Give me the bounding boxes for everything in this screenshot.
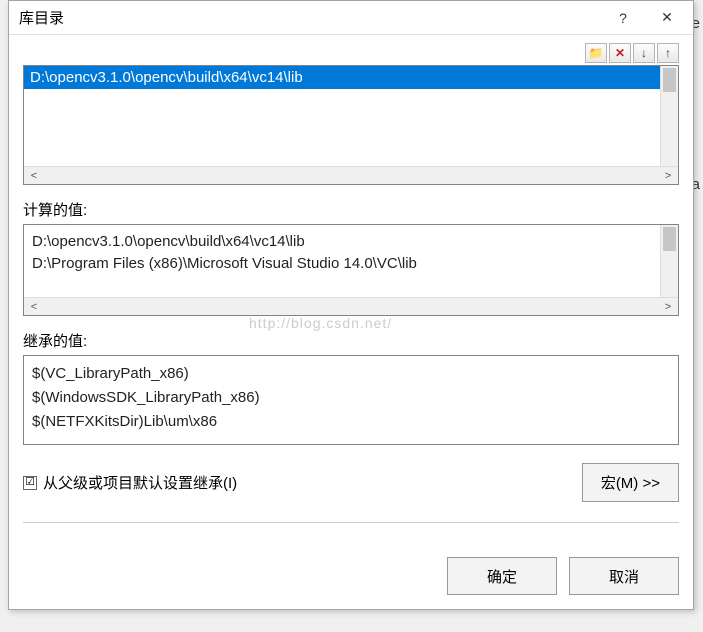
paths-editbox[interactable]: D:\opencv3.1.0\opencv\build\x64\vc14\lib… bbox=[23, 65, 679, 185]
computed-values-box: D:\opencv3.1.0\opencv\build\x64\vc14\lib… bbox=[23, 224, 679, 316]
macro-button[interactable]: 宏(M) >> bbox=[582, 463, 679, 502]
separator bbox=[23, 522, 679, 523]
scroll-right-icon[interactable]: > bbox=[660, 301, 676, 313]
ok-button[interactable]: 确定 bbox=[447, 557, 557, 595]
scrollbar-thumb[interactable] bbox=[663, 227, 676, 251]
inherit-checkbox-label: 从父级或项目默认设置继承(I) bbox=[43, 472, 237, 493]
checkbox-icon[interactable]: ☑ bbox=[23, 476, 37, 490]
library-dirs-dialog: 库目录 ? ✕ 📁 ✕ ↓ ↑ D:\opencv3.1.0\opencv\bu… bbox=[8, 0, 694, 610]
vertical-scrollbar[interactable] bbox=[660, 225, 678, 297]
computed-line: D:\Program Files (x86)\Microsoft Visual … bbox=[32, 253, 670, 275]
cancel-button[interactable]: 取消 bbox=[569, 557, 679, 595]
scroll-left-icon[interactable]: < bbox=[26, 170, 42, 182]
scroll-right-icon[interactable]: > bbox=[660, 170, 676, 182]
inherited-label: 继承的值: bbox=[23, 330, 679, 351]
inherited-line: $(WindowsSDK_LibraryPath_x86) bbox=[32, 386, 670, 410]
titlebar: 库目录 ? ✕ bbox=[9, 1, 693, 35]
horizontal-scrollbar[interactable]: < > bbox=[24, 166, 678, 184]
scrollbar-thumb[interactable] bbox=[663, 68, 676, 92]
vertical-scrollbar[interactable] bbox=[660, 66, 678, 166]
dialog-content: 📁 ✕ ↓ ↑ D:\opencv3.1.0\opencv\build\x64\… bbox=[9, 35, 693, 545]
selected-path-row[interactable]: D:\opencv3.1.0\opencv\build\x64\vc14\lib bbox=[24, 66, 678, 89]
help-button[interactable]: ? bbox=[601, 3, 645, 33]
options-row: ☑ 从父级或项目默认设置继承(I) 宏(M) >> bbox=[23, 463, 679, 506]
horizontal-scrollbar[interactable]: < > bbox=[24, 297, 678, 315]
window-title: 库目录 bbox=[19, 7, 601, 28]
move-up-icon[interactable]: ↑ bbox=[657, 43, 679, 63]
computed-label: 计算的值: bbox=[23, 199, 679, 220]
delete-icon[interactable]: ✕ bbox=[609, 43, 631, 63]
computed-line: D:\opencv3.1.0\opencv\build\x64\vc14\lib bbox=[32, 231, 670, 253]
scroll-left-icon[interactable]: < bbox=[26, 301, 42, 313]
inherited-line: $(VC_LibraryPath_x86) bbox=[32, 362, 670, 386]
new-folder-icon[interactable]: 📁 bbox=[585, 43, 607, 63]
move-down-icon[interactable]: ↓ bbox=[633, 43, 655, 63]
inherited-values-box: $(VC_LibraryPath_x86) $(WindowsSDK_Libra… bbox=[23, 355, 679, 445]
inherited-line: $(NETFXKitsDir)Lib\um\x86 bbox=[32, 410, 670, 434]
inherit-checkbox-row[interactable]: ☑ 从父级或项目默认设置继承(I) bbox=[23, 472, 582, 493]
dialog-footer: 确定 取消 bbox=[9, 545, 693, 609]
edit-toolbar: 📁 ✕ ↓ ↑ bbox=[23, 43, 679, 63]
close-button[interactable]: ✕ bbox=[645, 3, 689, 33]
